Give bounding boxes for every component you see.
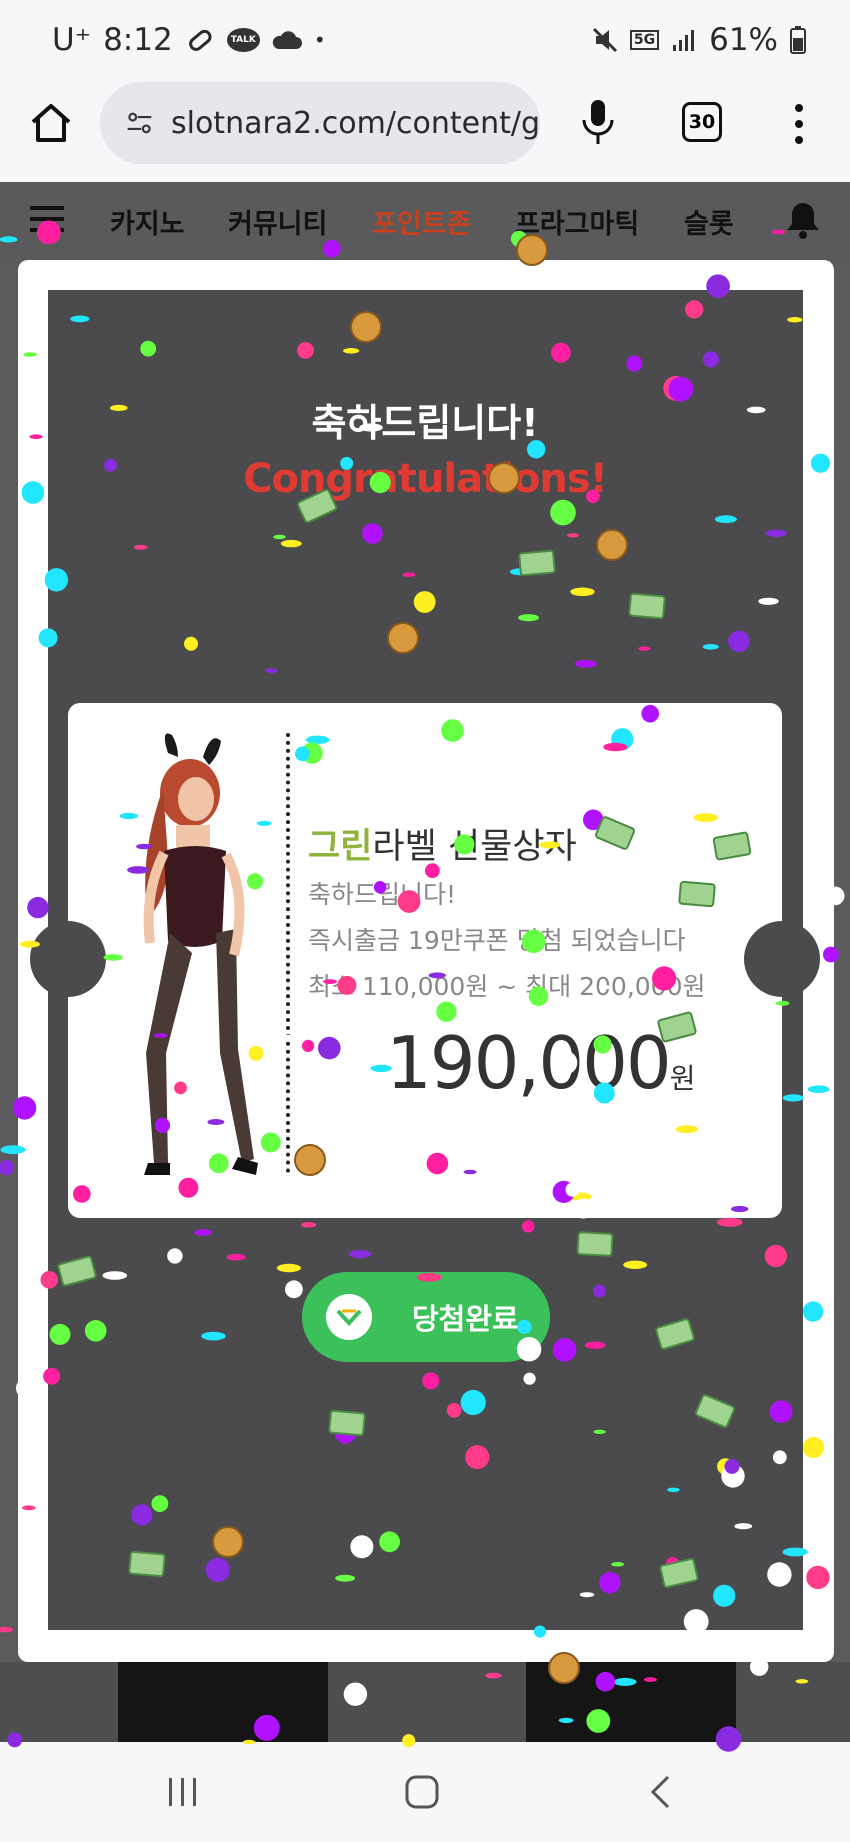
- network-badge: 5G: [629, 30, 660, 50]
- url-bar[interactable]: slotnara2.com/content/g: [100, 82, 540, 164]
- character-illustration: [143, 733, 258, 1175]
- ticket-notch-left: [30, 921, 106, 997]
- nav-item-community[interactable]: 커뮤니티: [228, 202, 327, 241]
- clock: 8:12: [103, 22, 173, 58]
- dot-icon: •: [313, 28, 326, 52]
- ticket-line-coupon: 즉시출금 19만쿠폰 당첨 되었습니다: [308, 926, 686, 955]
- modal-subtitle: Congratulations!: [243, 456, 608, 502]
- gift-box-left: [118, 1662, 328, 1742]
- prize-amount-value: 190,000: [386, 1021, 672, 1105]
- mute-icon: [592, 27, 617, 53]
- prize-name-rest: 라벨 선물상자: [372, 827, 577, 867]
- carrier-label: U⁺: [52, 22, 92, 58]
- cloud-icon: [272, 31, 302, 49]
- ticket-notch-right: [744, 921, 820, 997]
- ticket-line-congrats: 축하드립니다!: [308, 880, 457, 909]
- battery-icon: [790, 26, 806, 54]
- browser-toolbar: slotnara2.com/content/g 30: [0, 82, 850, 182]
- nav-item-casino[interactable]: 카지노: [110, 202, 185, 241]
- ticket-divider: [286, 733, 290, 1173]
- back-icon[interactable]: [648, 1774, 672, 1810]
- nav-item-pointzone[interactable]: 포인트존: [372, 202, 471, 241]
- kakao-talk-icon: TALK: [226, 28, 260, 52]
- confetti-piece: [0, 1626, 13, 1633]
- prize-name: 그린라벨 선물상자: [308, 818, 577, 869]
- home-icon[interactable]: [28, 100, 74, 146]
- status-bar: U⁺ 8:12 TALK • 5G 61%: [0, 0, 850, 82]
- home-nav-icon[interactable]: [404, 1774, 440, 1810]
- nav-item-pragmatic[interactable]: 프라그마틱: [515, 202, 639, 241]
- prize-amount: 190,000원: [386, 1021, 696, 1105]
- recent-apps-icon[interactable]: [166, 1774, 200, 1810]
- check-icon: [326, 1294, 372, 1340]
- claim-button-label: 당첨완료: [412, 1302, 519, 1336]
- bell-icon[interactable]: [784, 200, 822, 240]
- signal-icon: [673, 30, 695, 51]
- confetti-piece: [0, 1160, 14, 1176]
- battery-percent: 61%: [709, 22, 778, 58]
- prize-amount-unit: 원: [669, 1062, 696, 1095]
- tabs-icon[interactable]: 30: [682, 102, 722, 142]
- url-text[interactable]: slotnara2.com/content/g: [171, 106, 540, 141]
- site-nav: 카지노 커뮤니티 포인트존 프라그마틱 슬롯: [0, 182, 850, 258]
- pill-icon: [188, 29, 212, 51]
- more-icon[interactable]: [790, 100, 808, 148]
- gift-box-right: [526, 1662, 736, 1742]
- prize-ticket: 그린라벨 선물상자 축하드립니다! 즉시출금 19만쿠폰 당첨 되었습니다 최소…: [30, 703, 820, 1218]
- system-nav-bar: [0, 1742, 850, 1842]
- tune-icon[interactable]: [126, 109, 153, 137]
- prize-name-highlight: 그린: [308, 827, 373, 867]
- nav-item-slot[interactable]: 슬롯: [684, 202, 734, 241]
- mic-icon[interactable]: [580, 98, 616, 146]
- claim-complete-button[interactable]: 당첨완료: [302, 1272, 550, 1362]
- ticket-line-range: 최소 110,000원 ~ 최대 200,000원: [308, 972, 706, 1001]
- menu-icon[interactable]: [30, 204, 64, 234]
- modal-title: 축하드립니다!: [311, 401, 539, 445]
